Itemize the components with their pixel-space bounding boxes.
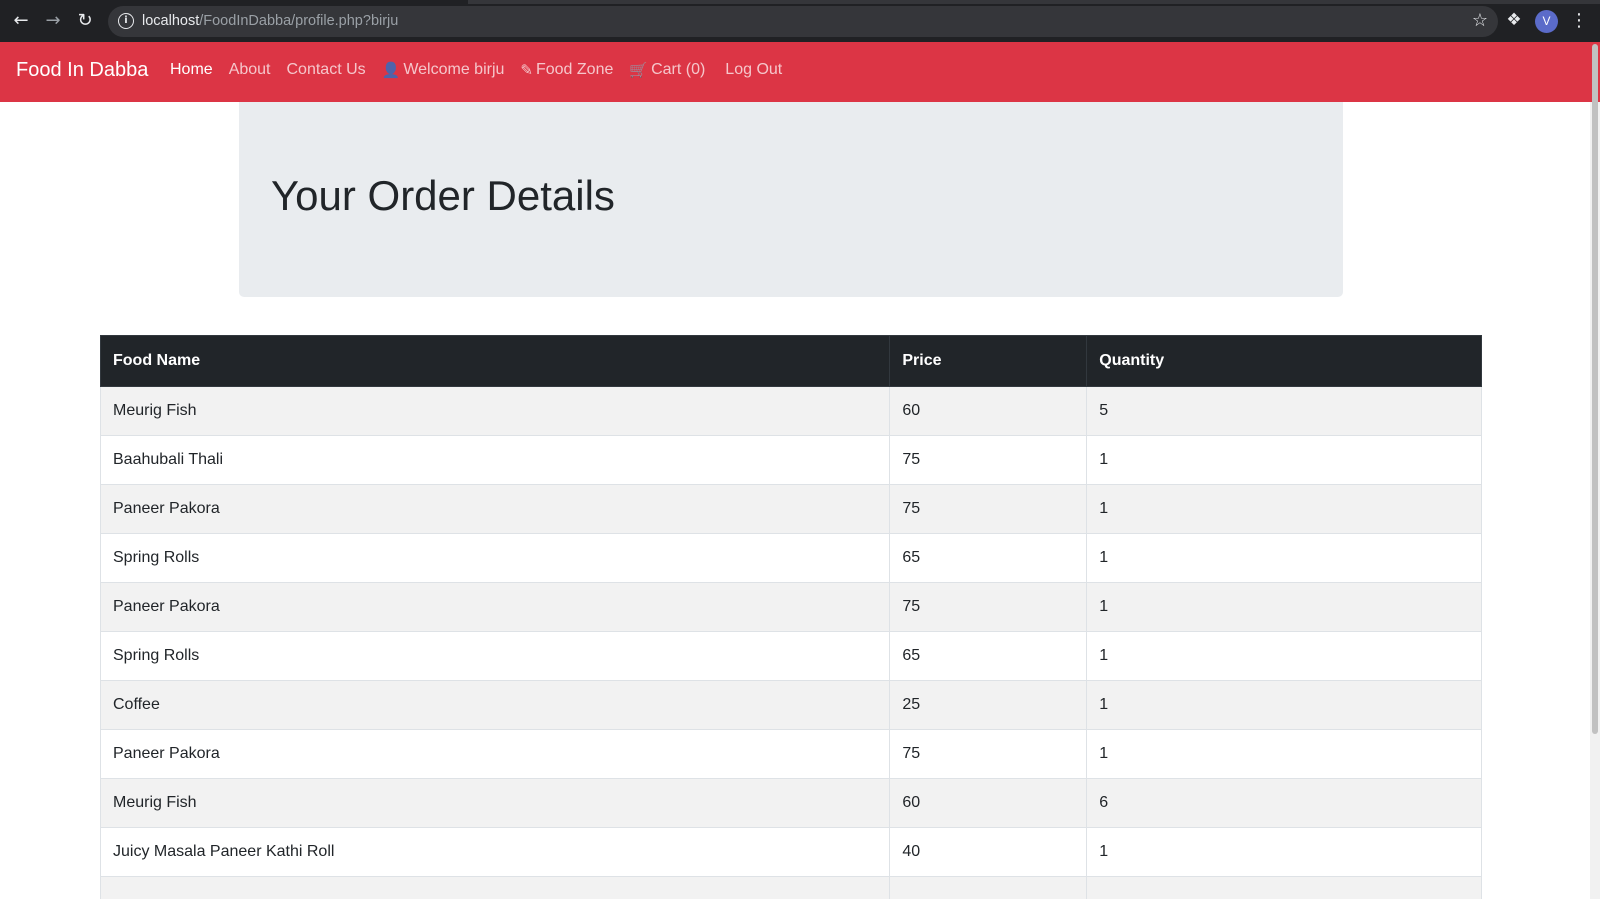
nav-label: About bbox=[229, 61, 271, 79]
nav-links: Home About Contact Us 👤Welcome birju ✎Fo… bbox=[170, 61, 798, 79]
table-row: Meurig Fish606 bbox=[101, 779, 1482, 828]
price-cell: 65 bbox=[890, 534, 1087, 583]
star-icon[interactable]: ☆ bbox=[1472, 10, 1488, 31]
price-cell bbox=[890, 877, 1087, 899]
reload-icon[interactable]: ↻ bbox=[74, 10, 96, 32]
quantity-cell: 1 bbox=[1087, 436, 1482, 485]
food-name-cell: Spring Rolls bbox=[101, 632, 890, 681]
pencil-icon: ✎ bbox=[520, 61, 533, 79]
quantity-cell: 6 bbox=[1087, 779, 1482, 828]
nav-home[interactable]: Home bbox=[170, 61, 213, 79]
user-icon: 👤 bbox=[382, 61, 401, 79]
quantity-cell: 1 bbox=[1087, 583, 1482, 632]
menu-icon[interactable]: ⋮ bbox=[1570, 10, 1586, 32]
nav-label: Welcome birju bbox=[403, 61, 504, 79]
nav-welcome-user[interactable]: 👤Welcome birju bbox=[382, 61, 505, 79]
food-name-cell: Meurig Fish bbox=[101, 387, 890, 436]
url-text[interactable]: localhost/FoodInDabba/profile.php?birju bbox=[142, 13, 398, 29]
nav-cart[interactable]: 🛒Cart (0) bbox=[629, 61, 705, 79]
address-bar[interactable]: i localhost/FoodInDabba/profile.php?birj… bbox=[108, 6, 1498, 37]
page-viewport: Food In Dabba Home About Contact Us 👤Wel… bbox=[0, 42, 1590, 899]
food-name-cell: Spring Rolls bbox=[101, 534, 890, 583]
quantity-cell: 1 bbox=[1087, 534, 1482, 583]
scrollbar-thumb[interactable] bbox=[1592, 44, 1598, 734]
food-name-cell: Meurig Fish bbox=[101, 779, 890, 828]
quantity-cell: 5 bbox=[1087, 387, 1482, 436]
table-row bbox=[101, 877, 1482, 899]
food-name-cell: Juicy Masala Paneer Kathi Roll bbox=[101, 828, 890, 877]
table-row: Paneer Pakora751 bbox=[101, 730, 1482, 779]
nav-label: Log Out bbox=[725, 61, 782, 79]
price-cell: 60 bbox=[890, 387, 1087, 436]
price-cell: 75 bbox=[890, 436, 1087, 485]
browser-toolbar: ← → ↻ i localhost/FoodInDabba/profile.ph… bbox=[0, 0, 1600, 42]
column-header-food-name: Food Name bbox=[101, 336, 890, 387]
quantity-cell: 1 bbox=[1087, 632, 1482, 681]
back-icon[interactable]: ← bbox=[10, 10, 32, 32]
brand-link[interactable]: Food In Dabba bbox=[16, 59, 148, 82]
food-name-cell: Paneer Pakora bbox=[101, 485, 890, 534]
table-row: Spring Rolls651 bbox=[101, 534, 1482, 583]
food-name-cell: Coffee bbox=[101, 681, 890, 730]
nav-about[interactable]: About bbox=[229, 61, 271, 79]
order-details-header: Your Order Details bbox=[239, 102, 1343, 297]
table-header-row: Food Name Price Quantity bbox=[101, 336, 1482, 387]
nav-log-out[interactable]: Log Out bbox=[725, 61, 782, 79]
quantity-cell bbox=[1087, 877, 1482, 899]
food-name-cell: Baahubali Thali bbox=[101, 436, 890, 485]
nav-food-zone[interactable]: ✎Food Zone bbox=[520, 61, 613, 79]
quantity-cell: 1 bbox=[1087, 485, 1482, 534]
forward-icon[interactable]: → bbox=[42, 10, 64, 32]
nav-label: Food Zone bbox=[536, 61, 613, 79]
nav-contact-us[interactable]: Contact Us bbox=[287, 61, 366, 79]
orders-table: Food Name Price Quantity Meurig Fish605B… bbox=[100, 335, 1482, 899]
quantity-cell: 1 bbox=[1087, 828, 1482, 877]
column-header-quantity: Quantity bbox=[1087, 336, 1482, 387]
table-row: Spring Rolls651 bbox=[101, 632, 1482, 681]
price-cell: 65 bbox=[890, 632, 1087, 681]
navbar: Food In Dabba Home About Contact Us 👤Wel… bbox=[0, 42, 1590, 102]
extensions-icon[interactable]: ❖ bbox=[1503, 10, 1525, 32]
nav-label: Home bbox=[170, 61, 213, 79]
url-path: /FoodInDabba/profile.php?birju bbox=[199, 13, 398, 29]
nav-label: Cart (0) bbox=[651, 61, 705, 79]
food-name-cell: Paneer Pakora bbox=[101, 583, 890, 632]
table-row: Meurig Fish605 bbox=[101, 387, 1482, 436]
food-name-cell: Paneer Pakora bbox=[101, 730, 890, 779]
active-tab[interactable] bbox=[0, 0, 468, 4]
quantity-cell: 1 bbox=[1087, 681, 1482, 730]
cart-icon: 🛒 bbox=[629, 61, 648, 79]
table-row: Baahubali Thali751 bbox=[101, 436, 1482, 485]
orders-table-body: Meurig Fish605Baahubali Thali751Paneer P… bbox=[101, 387, 1482, 899]
scrollbar[interactable] bbox=[1590, 42, 1600, 899]
table-row: Paneer Pakora751 bbox=[101, 583, 1482, 632]
url-host: localhost bbox=[142, 13, 199, 29]
price-cell: 75 bbox=[890, 730, 1087, 779]
avatar[interactable]: V bbox=[1535, 10, 1558, 33]
quantity-cell: 1 bbox=[1087, 730, 1482, 779]
price-cell: 40 bbox=[890, 828, 1087, 877]
table-row: Coffee251 bbox=[101, 681, 1482, 730]
tab-strip bbox=[0, 0, 1600, 4]
info-icon[interactable]: i bbox=[118, 13, 134, 29]
price-cell: 75 bbox=[890, 485, 1087, 534]
food-name-cell bbox=[101, 877, 890, 899]
price-cell: 25 bbox=[890, 681, 1087, 730]
nav-label: Contact Us bbox=[287, 61, 366, 79]
page-title: Your Order Details bbox=[271, 172, 615, 220]
column-header-price: Price bbox=[890, 336, 1087, 387]
table-row: Juicy Masala Paneer Kathi Roll401 bbox=[101, 828, 1482, 877]
price-cell: 60 bbox=[890, 779, 1087, 828]
price-cell: 75 bbox=[890, 583, 1087, 632]
table-row: Paneer Pakora751 bbox=[101, 485, 1482, 534]
